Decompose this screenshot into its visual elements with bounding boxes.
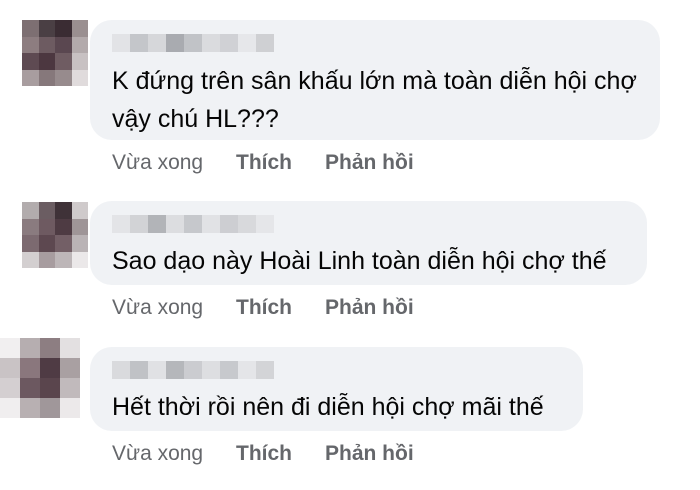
comment-bubble: K đứng trên sân khấu lớn mà toàn diễn hộ… bbox=[90, 20, 660, 140]
comment-text: Hết thời rồi nên đi diễn hội chợ mãi thế bbox=[112, 393, 544, 421]
commenter-name-blurred[interactable] bbox=[112, 361, 274, 379]
avatar[interactable] bbox=[22, 202, 88, 268]
comment-actions: Vừa xong Thích Phản hồi bbox=[112, 439, 414, 469]
comment-timestamp[interactable]: Vừa xong bbox=[112, 296, 236, 320]
commenter-name-blurred[interactable] bbox=[112, 215, 274, 233]
comment-actions: Vừa xong Thích Phản hồi bbox=[112, 293, 414, 323]
comment-timestamp[interactable]: Vừa xong bbox=[112, 151, 236, 175]
avatar[interactable] bbox=[22, 20, 88, 86]
comment-text: K đứng trên sân khấu lớn mà toàn diễn hộ… bbox=[112, 67, 637, 133]
comment-bubble: Sao dạo này Hoài Linh toàn diễn hội chợ … bbox=[90, 201, 647, 285]
comment-bubble: Hết thời rồi nên đi diễn hội chợ mãi thế bbox=[90, 347, 583, 431]
like-button[interactable]: Thích bbox=[236, 296, 325, 320]
like-button[interactable]: Thích bbox=[236, 151, 325, 175]
comment-text: Sao dạo này Hoài Linh toàn diễn hội chợ … bbox=[112, 247, 607, 275]
like-button[interactable]: Thích bbox=[236, 442, 325, 466]
commenter-name-blurred[interactable] bbox=[112, 34, 274, 52]
avatar[interactable] bbox=[0, 338, 80, 418]
comment-timestamp[interactable]: Vừa xong bbox=[112, 442, 236, 466]
reply-button[interactable]: Phản hồi bbox=[325, 296, 414, 320]
reply-button[interactable]: Phản hồi bbox=[325, 151, 414, 175]
comment-actions: Vừa xong Thích Phản hồi bbox=[112, 148, 414, 178]
reply-button[interactable]: Phản hồi bbox=[325, 442, 414, 466]
